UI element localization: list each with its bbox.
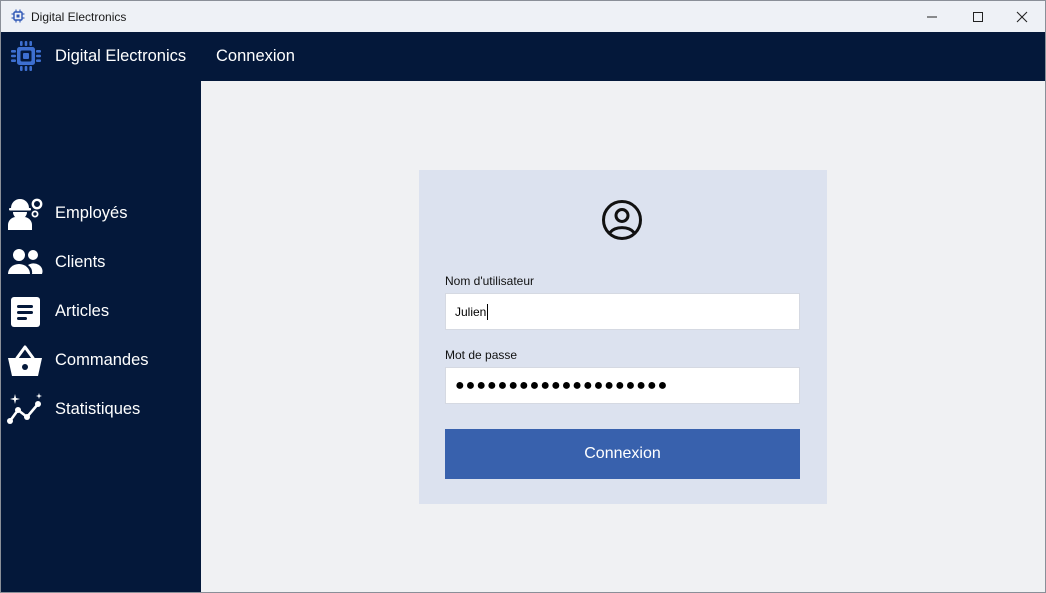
minimize-button[interactable] [909,1,955,32]
app-header: Digital Electronics Connexion [1,32,1045,81]
trend-sparkle-icon [7,393,42,424]
sidebar-item-label: Employés [55,204,128,222]
sidebar-item-clients[interactable]: Clients [1,241,201,285]
title-bar[interactable]: Digital Electronics [1,1,1045,32]
page-title: Connexion [216,47,295,65]
close-icon [1016,11,1028,22]
sidebar-item-label: Commandes [55,351,149,369]
app-name: Digital Electronics [55,47,187,65]
sidebar-item-statistiques[interactable]: Statistiques [1,388,201,432]
maximize-icon [973,11,983,22]
document-icon [11,297,40,327]
sidebar-item-articles[interactable]: Articles [1,290,201,334]
basket-icon [8,345,42,376]
chip-icon [11,9,25,23]
close-button[interactable] [999,1,1045,32]
window-title: Digital Electronics [31,10,127,24]
username-input[interactable] [445,293,800,330]
sidebar-item-label: Articles [55,302,110,320]
main-content: Nom d'utilisateur Mot de passe Connexion [201,81,1045,592]
minimize-icon [927,16,937,17]
user-circle-icon [602,200,642,240]
app-window: Digital Electronics Digital Electronics … [0,0,1046,593]
login-card: Nom d'utilisateur Mot de passe Connexion [419,170,827,504]
sidebar-item-label: Statistiques [55,400,141,418]
sidebar-item-employes[interactable]: Employés [1,192,201,236]
chip-icon [11,41,41,71]
sidebar-item-label: Clients [55,253,106,271]
people-icon [8,249,43,274]
login-button[interactable]: Connexion [445,429,800,479]
password-input[interactable] [445,367,800,404]
worker-gear-icon [8,198,43,230]
sidebar: Employés Clients Articles Commandes Stat… [1,81,201,592]
username-label: Nom d'utilisateur [445,274,534,288]
text-caret [487,304,488,320]
maximize-button[interactable] [955,1,1001,32]
sidebar-item-commandes[interactable]: Commandes [1,339,201,383]
password-label: Mot de passe [445,348,518,362]
